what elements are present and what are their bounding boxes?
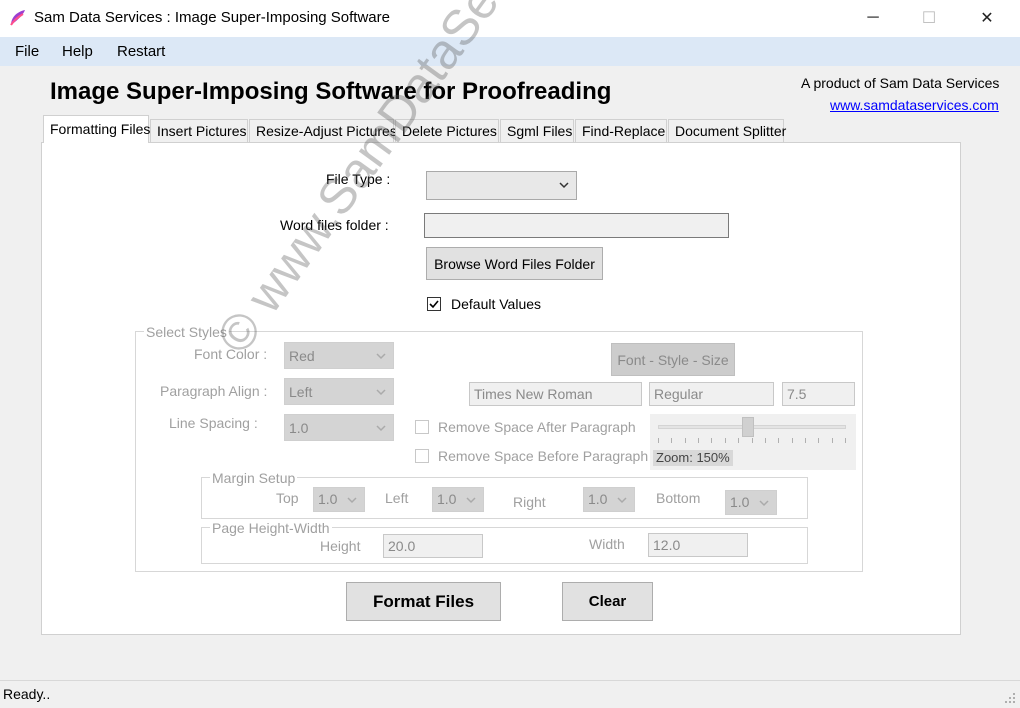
chevron-down-icon [559, 182, 569, 189]
tab-insert-pictures[interactable]: Insert Pictures [150, 119, 248, 142]
margin-right-select[interactable]: 1.0 [583, 487, 635, 512]
chevron-down-icon [347, 497, 357, 504]
page-width-field[interactable] [648, 533, 748, 557]
zoom-tick [698, 438, 699, 443]
word-folder-label: Word files folder : [280, 217, 389, 233]
page-title: Image Super-Imposing Software for Proofr… [50, 78, 612, 105]
chevron-down-icon [617, 497, 627, 504]
zoom-tick [738, 438, 739, 443]
minimize-button[interactable]: ─ [850, 0, 896, 36]
menu-help[interactable]: Help [62, 43, 93, 60]
margin-left-label: Left [385, 490, 409, 506]
paragraph-align-label: Paragraph Align : [160, 383, 268, 399]
paragraph-align-select[interactable]: Left [284, 378, 394, 405]
margin-setup-group-label: Margin Setup [210, 470, 298, 486]
maximize-button[interactable]: ☐ [906, 0, 952, 36]
zoom-tick [685, 438, 686, 443]
margin-top-select[interactable]: 1.0 [313, 487, 365, 512]
zoom-tick [778, 438, 779, 443]
close-button[interactable]: ✕ [964, 0, 1010, 36]
zoom-tick [752, 438, 753, 443]
font-size-field[interactable] [782, 382, 855, 406]
page-height-label: Height [320, 538, 361, 554]
file-type-label: File Type : [326, 171, 391, 187]
tab-sgml-files[interactable]: Sgml Files [500, 119, 574, 142]
remove-space-before-label: Remove Space Before Paragraph [438, 448, 649, 464]
zoom-slider-thumb[interactable] [742, 417, 754, 437]
menu-file[interactable]: File [15, 43, 39, 60]
zoom-tick [845, 438, 846, 443]
page-height-width-group-label: Page Height-Width [210, 520, 332, 536]
margin-right-label: Right [513, 494, 546, 510]
zoom-tick [671, 438, 672, 443]
remove-space-before-checkbox[interactable] [415, 449, 429, 463]
format-files-button[interactable]: Format Files [346, 582, 501, 621]
margin-top-value: 1.0 [318, 491, 338, 507]
app-logo-icon [8, 8, 28, 28]
status-bar [0, 680, 1020, 708]
status-text: Ready.. [3, 686, 51, 702]
zoom-tick [725, 438, 726, 443]
zoom-tick [765, 438, 766, 443]
resize-grip-icon[interactable] [1002, 690, 1016, 704]
product-text: A product of Sam Data Services [801, 75, 1000, 91]
word-folder-input[interactable] [424, 213, 729, 238]
chevron-down-icon [466, 497, 476, 504]
tab-formatting-files[interactable]: Formatting Files [43, 115, 150, 143]
margin-left-select[interactable]: 1.0 [432, 487, 484, 512]
margin-bottom-label: Bottom [656, 490, 701, 506]
default-values-checkbox[interactable] [427, 297, 441, 311]
font-color-value: Red [289, 348, 315, 364]
file-type-select[interactable] [426, 171, 577, 200]
remove-space-after-label: Remove Space After Paragraph [438, 419, 636, 435]
chevron-down-icon [376, 353, 386, 360]
zoom-tick [792, 438, 793, 443]
font-color-select[interactable]: Red [284, 342, 394, 369]
zoom-label: Zoom: 150% [653, 450, 733, 466]
clear-button[interactable]: Clear [562, 582, 653, 621]
zoom-tick [711, 438, 712, 443]
tab-delete-pictures[interactable]: Delete Pictures [395, 119, 499, 142]
tab-find-replace[interactable]: Find-Replace [575, 119, 667, 142]
margin-right-value: 1.0 [588, 491, 608, 507]
zoom-tick [805, 438, 806, 443]
default-values-label: Default Values [451, 296, 542, 312]
window-title: Sam Data Services : Image Super-Imposing… [34, 9, 390, 26]
font-color-label: Font Color : [194, 346, 268, 362]
paragraph-align-value: Left [289, 384, 313, 400]
font-style-size-button[interactable]: Font - Style - Size [611, 343, 735, 376]
line-spacing-select[interactable]: 1.0 [284, 414, 394, 441]
zoom-tick [658, 438, 659, 443]
zoom-tick [832, 438, 833, 443]
browse-folder-button[interactable]: Browse Word Files Folder [426, 247, 603, 280]
font-style-field[interactable] [649, 382, 774, 406]
line-spacing-value: 1.0 [289, 420, 309, 436]
menu-restart[interactable]: Restart [117, 43, 165, 60]
page-height-field[interactable] [383, 534, 483, 558]
zoom-tick [818, 438, 819, 443]
tab-document-splitter[interactable]: Document Splitter [668, 119, 786, 142]
chevron-down-icon [376, 425, 386, 432]
margin-left-value: 1.0 [437, 491, 457, 507]
margin-bottom-value: 1.0 [730, 494, 750, 510]
margin-bottom-select[interactable]: 1.0 [725, 490, 777, 515]
website-link[interactable]: www.samdataservices.com [830, 97, 999, 113]
margin-top-label: Top [276, 490, 299, 506]
tab-resize-adjust-pictures[interactable]: Resize-Adjust Pictures [249, 119, 397, 142]
checkmark-icon [429, 300, 439, 309]
remove-space-after-checkbox[interactable] [415, 420, 429, 434]
page-width-label: Width [589, 536, 625, 552]
font-name-field[interactable] [469, 382, 642, 406]
chevron-down-icon [759, 500, 769, 507]
select-styles-group-label: Select Styles [144, 324, 229, 340]
line-spacing-label: Line Spacing : [169, 415, 258, 431]
chevron-down-icon [376, 389, 386, 396]
zoom-slider-ticks [658, 438, 846, 444]
